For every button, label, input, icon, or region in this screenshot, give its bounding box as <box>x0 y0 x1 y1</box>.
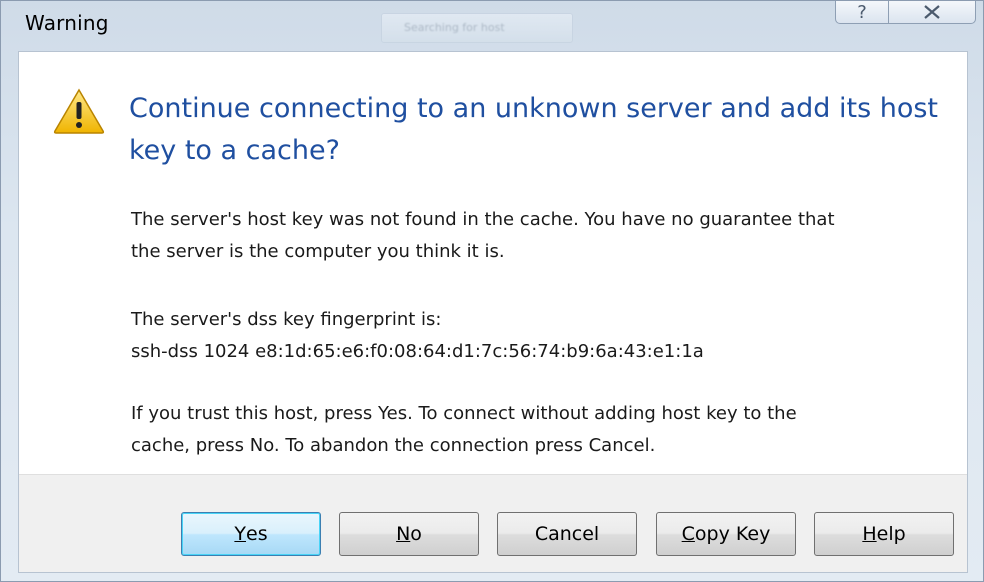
yes-mnemonic: Y <box>234 523 246 545</box>
help-mnemonic: H <box>862 523 877 545</box>
yes-label-rest: es <box>246 523 268 545</box>
title-bar[interactable]: Warning Searching for host ? <box>1 1 984 51</box>
cancel-button[interactable]: Cancel <box>497 512 637 556</box>
background-search-text: Searching for host <box>404 21 505 34</box>
warning-triangle-icon <box>53 88 105 134</box>
no-label-rest: o <box>410 523 422 545</box>
fingerprint-value: ssh-dss 1024 e8:1d:65:e6:f0:08:64:d1:7c:… <box>131 341 704 362</box>
cancel-label: Cancel <box>534 523 600 545</box>
fingerprint-label: The server's dss key fingerprint is: <box>131 309 442 330</box>
copy-key-mnemonic: C <box>681 523 695 545</box>
fingerprint-text: The server's dss key fingerprint is: ssh… <box>131 304 951 368</box>
help-label-rest: elp <box>876 523 906 545</box>
help-button[interactable]: Help <box>814 512 954 556</box>
warning-dialog-window: Warning Searching for host ? Continue co… <box>0 0 984 582</box>
no-button[interactable]: No <box>339 512 479 556</box>
text-line: The server's host key was not found in t… <box>131 209 835 230</box>
yes-button[interactable]: Yes <box>181 512 321 556</box>
close-caption-button[interactable] <box>888 1 976 24</box>
text-line: If you trust this host, press Yes. To co… <box>131 403 797 424</box>
background-search-field: Searching for host <box>381 13 573 43</box>
dialog-content: Continue connecting to an unknown server… <box>18 51 968 573</box>
close-x-icon <box>924 5 940 19</box>
instructions-text: If you trust this host, press Yes. To co… <box>131 398 951 462</box>
copy-key-label-rest: opy Key <box>694 523 771 545</box>
host-key-warning-text: The server's host key was not found in t… <box>131 204 951 268</box>
copy-key-button[interactable]: Copy Key <box>656 512 796 556</box>
text-line: the server is the computer you think it … <box>131 241 505 262</box>
question-mark-icon: ? <box>857 1 867 23</box>
window-title: Warning <box>25 11 109 35</box>
no-mnemonic: N <box>396 523 411 545</box>
button-bar: Yes No Cancel Copy Key Help <box>19 474 967 572</box>
help-caption-button[interactable]: ? <box>835 1 889 24</box>
text-line: cache, press No. To abandon the connecti… <box>131 435 656 456</box>
main-instruction: Continue connecting to an unknown server… <box>129 93 939 166</box>
